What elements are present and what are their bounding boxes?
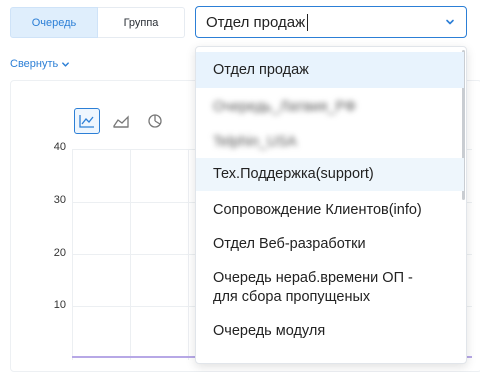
grid-line: [188, 150, 189, 360]
option-label: Telphin_USA: [213, 134, 297, 150]
grid-line: [72, 150, 73, 360]
option-label: Отдел продаж: [213, 62, 309, 78]
toggle-group-button[interactable]: Группа: [98, 7, 185, 38]
chevron-down-icon: [62, 61, 70, 67]
y-tick-label: 40: [53, 141, 66, 153]
dropdown-option[interactable]: Отдел Веб-разработки: [196, 230, 464, 260]
collapse-link[interactable]: Свернуть: [10, 58, 70, 70]
option-label: Тех.Поддержка(support): [213, 166, 374, 182]
pie-chart-icon[interactable]: [142, 108, 168, 134]
option-label: Очередь_Латвия_РФ: [213, 99, 356, 115]
option-label: Сопровождение Клиентов(info): [213, 202, 422, 218]
y-tick-label: 20: [53, 247, 66, 259]
option-label: Очередь модуля: [213, 323, 326, 339]
y-tick-label: 30: [53, 194, 66, 206]
dropdown-option[interactable]: Очередь нераб.времени ОП - для сбора про…: [196, 264, 464, 310]
dropdown-option[interactable]: Очередь модуля: [196, 318, 464, 363]
collapse-label: Свернуть: [10, 58, 59, 70]
option-label: Очередь нераб.времени ОП -: [213, 270, 413, 286]
text-caret: [307, 13, 309, 31]
y-tick-label: 10: [53, 299, 66, 311]
chevron-down-icon: [446, 19, 454, 25]
dropdown-option[interactable]: Сопровождение Клиентов(info): [196, 196, 464, 226]
chart-type-switcher: [74, 108, 168, 134]
line-chart-icon[interactable]: [74, 108, 100, 134]
dropdown-option[interactable]: Telphin_USA: [196, 127, 464, 157]
option-label: Отдел Веб-разработки: [213, 236, 366, 252]
queue-select[interactable]: Отдел продаж: [195, 6, 467, 38]
grid-line: [130, 150, 131, 360]
toggle-queue-button[interactable]: Очередь: [10, 7, 98, 38]
dropdown-option[interactable]: Очередь_Латвия_РФ: [196, 92, 464, 122]
queue-dropdown: Отдел продаж Очередь_Латвия_РФ Telphin_U…: [195, 46, 467, 364]
option-label-line2: для сбора пропущеных: [213, 289, 371, 305]
dropdown-option[interactable]: Отдел продаж: [196, 52, 464, 88]
area-chart-icon[interactable]: [108, 108, 134, 134]
dropdown-option[interactable]: Тех.Поддержка(support): [196, 158, 464, 191]
queue-select-value: Отдел продаж: [206, 13, 306, 31]
queue-group-toggle: Очередь Группа: [10, 7, 185, 38]
